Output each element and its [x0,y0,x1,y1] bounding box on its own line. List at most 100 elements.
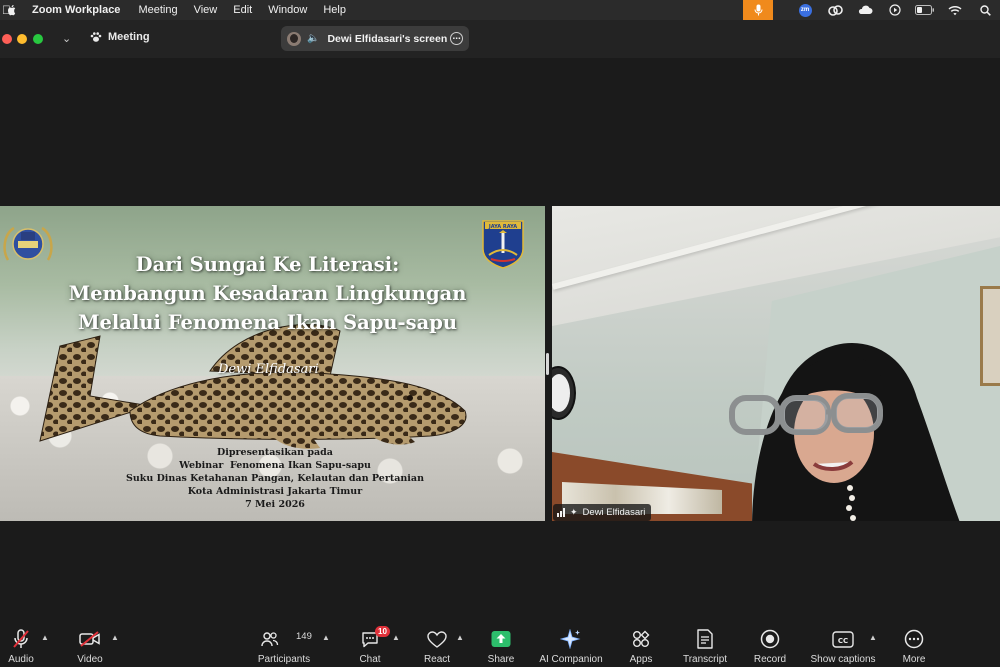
more-dots-icon [904,629,924,649]
meeting-controls-toolbar: Audio ▲ Video ▲ Participants 149 ▲ Chat … [0,623,1000,667]
wall-clock [552,366,576,420]
record-label: Record [753,654,787,665]
battery-icon [915,5,934,15]
more-label: More [902,654,926,665]
participant-name: Dewi Elfidasari [582,507,646,518]
meeting-info-button[interactable]: Meeting [90,31,150,43]
pin-icon: ✦ [570,507,578,517]
window-minimize-button[interactable] [17,34,27,44]
cloud-icon [858,5,873,14]
show-captions-label: Show captions [810,654,876,665]
react-button[interactable]: React [421,623,453,667]
menu-edit[interactable]: Edit [233,4,252,16]
participants-button[interactable]: Participants [256,623,312,667]
mac-menubar:  Zoom Workplace Meeting View Edit Windo… [0,0,1000,20]
participants-label: Participants [257,654,311,665]
video-button[interactable]: Video [76,623,104,667]
battery-tray-item[interactable] [910,0,940,20]
react-options-caret[interactable]: ▲ [456,633,464,642]
paw-icon [90,32,102,42]
speaker-icon: 🔈 [307,33,320,44]
play-circle-icon [889,4,901,16]
creative-cloud-tray-item[interactable] [820,0,850,20]
heart-icon [427,630,447,648]
participant-video-tile[interactable] [552,206,1000,521]
avatar [287,31,301,46]
participants-options-caret[interactable]: ▲ [322,633,330,642]
microphone-muted-icon [13,629,29,648]
more-button[interactable]: More [900,623,928,667]
shared-screen-slide: JAYA RAYA Dari Sungai Ke Literasi: Memba… [0,206,545,521]
chat-options-caret[interactable]: ▲ [392,633,400,642]
camera-off-icon [79,631,100,647]
spotlight-tray-item[interactable] [970,0,1000,20]
screen-share-indicator[interactable]: 🔈 Dewi Elfidasari's screen ⋯ [281,26,469,51]
participant-person [729,343,960,521]
slide-title-line-2: Membangun Kesadaran Lingkungan [68,282,467,305]
participants-count: 149 [296,631,312,642]
audio-label: Audio [8,654,34,665]
chat-unread-badge: 10 [375,626,390,637]
ai-companion-button[interactable]: AI Companion [538,623,604,667]
icloud-tray-item[interactable] [850,0,880,20]
menu-help[interactable]: Help [323,4,346,16]
screen-share-label: Dewi Elfidasari's screen [327,32,448,45]
svg-text:CC: CC [838,636,848,644]
menu-view[interactable]: View [194,4,218,16]
microphone-icon [754,4,762,16]
emblem-text: JAYA RAYA [488,224,517,230]
ai-companion-label: AI Companion [539,654,603,665]
window-fullscreen-button[interactable] [33,34,43,44]
video-options-caret[interactable]: ▲ [111,633,119,642]
meeting-label: Meeting [108,31,150,43]
share-screen-button[interactable]: Share [486,623,516,667]
slide-event-info: Dipresentasikan pada Webinar Fenomena Ik… [80,446,470,511]
chevron-down-icon[interactable]: ⌄ [62,32,71,45]
chat-label: Chat [359,654,381,665]
catfish-image [39,324,467,449]
signal-strength-icon [557,508,566,517]
wifi-tray-item[interactable] [940,0,970,20]
apple-logo-icon[interactable] [5,4,19,16]
search-icon [979,4,991,16]
slide-title: Dari Sungai Ke Literasi: Membangun Kesad… [40,250,495,337]
more-options-icon[interactable]: ⋯ [450,32,463,45]
transcript-button[interactable]: Transcript [680,623,730,667]
participant-name-tag: ✦ Dewi Elfidasari [553,504,652,521]
record-button[interactable]: Record [752,623,788,667]
media-play-tray-item[interactable] [880,0,910,20]
share-screen-icon [491,631,511,647]
window-close-button[interactable] [2,34,12,44]
apps-button[interactable]: Apps [627,623,655,667]
mic-in-use-indicator[interactable] [743,0,773,20]
app-name-menu[interactable]: Zoom Workplace [32,4,120,16]
video-label: Video [77,654,103,665]
audio-options-caret[interactable]: ▲ [41,633,49,642]
menu-window[interactable]: Window [268,4,307,16]
split-view-resize-handle[interactable] [546,353,549,375]
menu-meeting[interactable]: Meeting [138,4,177,16]
slide-info-line: Dipresentasikan pada [217,447,333,458]
closed-captions-icon: CC [832,630,854,648]
record-icon [760,629,780,649]
captions-options-caret[interactable]: ▲ [869,633,877,642]
menubar-tray: zm [743,0,1000,20]
transcript-label: Transcript [682,654,728,665]
slide-title-line-3: Melalui Fenomena Ikan Sapu-sapu [77,311,458,334]
slide-info-line: Kota Administrasi Jakarta Timur [187,486,363,497]
slide-info-line: Suku Dinas Ketahanan Pangan, Kelautan da… [126,473,424,484]
meeting-titlebar: ⌄ Meeting 🔈 Dewi Elfidasari's screen ⋯ [0,20,1000,58]
zoom-logo-icon: zm [798,3,812,17]
slide-title-line-1: Dari Sungai Ke Literasi: [135,253,400,276]
participants-icon [261,632,279,647]
show-captions-button[interactable]: CC Show captions [808,623,878,667]
zoom-tray-item[interactable]: zm [790,0,820,20]
video-stage: JAYA RAYA Dari Sungai Ke Literasi: Memba… [0,58,1000,623]
slide-info-line: Webinar Fenomena Ikan Sapu-sapu [179,460,371,471]
creative-cloud-icon [827,4,843,16]
audio-button[interactable]: Audio [6,623,36,667]
apps-label: Apps [629,654,653,665]
slide-presenter-name: Dewi Elfidasari [218,362,319,377]
react-label: React [423,654,451,665]
share-label: Share [487,654,515,665]
